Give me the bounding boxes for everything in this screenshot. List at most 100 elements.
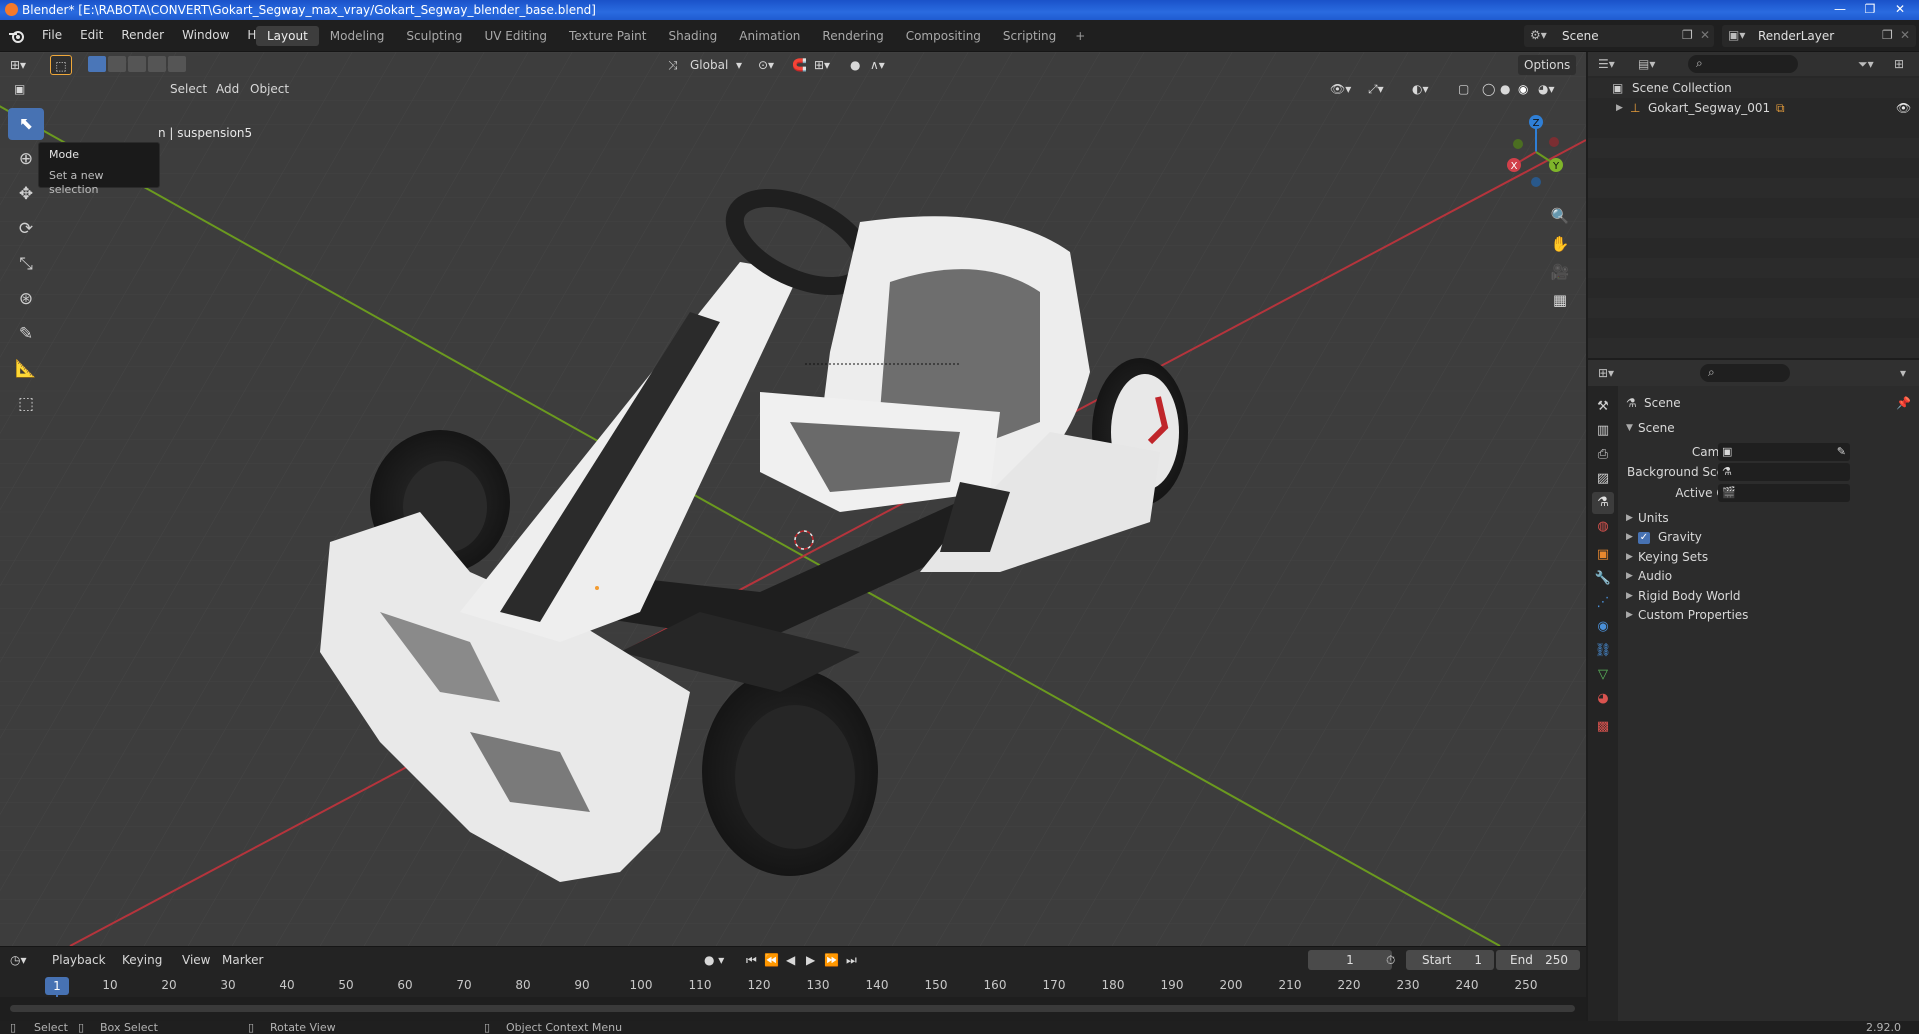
timeline-editor[interactable]: ◷▾ Playback Keying View Marker ● ▾ ⏮ ⏪ ◀… [0, 946, 1586, 1025]
navigation-gizmo[interactable]: Z X Y [1496, 112, 1576, 192]
tab-rendering[interactable]: Rendering [811, 26, 894, 46]
editor-type-icon[interactable]: ⊞▾ [10, 55, 26, 75]
expand-arrow-icon[interactable]: ▶ [1616, 98, 1623, 118]
camera-field[interactable]: ▣ ✎ [1718, 443, 1850, 461]
play-icon[interactable]: ▶ [806, 950, 815, 970]
close-button[interactable]: ✕ [1885, 0, 1915, 18]
timeline-scrollbar[interactable] [10, 1005, 1575, 1012]
rotate-tool-icon[interactable]: ⟳ [8, 213, 44, 245]
timeline-ruler[interactable]: 1 10 20 30 40 50 60 70 80 90 100 110 120… [0, 975, 1586, 1025]
scale-tool-icon[interactable]: ⤡ [8, 248, 44, 280]
expand-arrow-icon[interactable]: ▶ [1626, 565, 1633, 587]
select-intersect-icon[interactable] [168, 56, 186, 72]
menu-file[interactable]: File [33, 28, 71, 42]
minimize-button[interactable]: — [1825, 0, 1855, 18]
active-clip-field[interactable]: 🎬 [1718, 484, 1850, 502]
world-tab-icon[interactable]: ◍ [1592, 516, 1614, 538]
outliner-search-input[interactable]: ⌕ [1688, 55, 1798, 73]
perspective-grid-icon[interactable]: ▦ [1548, 286, 1572, 314]
preview-range-icon[interactable]: ⏱ [1386, 950, 1395, 970]
new-collection-icon[interactable]: ⊞ [1894, 57, 1904, 71]
annotate-tool-icon[interactable]: ✎ [8, 318, 44, 350]
blender-logo-icon[interactable] [8, 28, 25, 45]
transform-tool-icon[interactable]: ⊛ [8, 283, 44, 315]
jump-start-icon[interactable]: ⏮ [746, 950, 757, 970]
remove-scene-icon[interactable]: ✕ [1700, 28, 1710, 42]
tool-tab-icon[interactable]: ⚒ [1592, 396, 1614, 418]
menu-edit[interactable]: Edit [71, 28, 112, 42]
select-subtract-icon[interactable] [128, 56, 146, 72]
filter-icon[interactable]: ⏷▾ [1858, 57, 1874, 72]
data-tab-icon[interactable]: ▽ [1592, 664, 1614, 686]
menu-add[interactable]: Add [216, 79, 239, 99]
eyedropper-icon[interactable]: ✎ [1837, 441, 1846, 463]
properties-panel[interactable]: ⊞▾ ⌕ ▾ ⚒ ▥ ⎙ ▨ ⚗ ◍ ▣ 🔧 ⋰ ◉ ⛓ ▽ ◕ ▩ ⚗ Sce… [1588, 360, 1919, 1021]
tab-scripting[interactable]: Scripting [992, 26, 1067, 46]
play-reverse-icon[interactable]: ◀ [786, 950, 795, 970]
renderlayer-selector[interactable]: ▣▾ RenderLayer ❐ ✕ [1722, 25, 1916, 47]
xray-icon[interactable]: ▢ [1458, 79, 1469, 99]
remove-renderlayer-icon[interactable]: ✕ [1900, 28, 1910, 42]
select-new-icon[interactable] [88, 56, 106, 72]
menu-select[interactable]: Select [170, 79, 207, 99]
collapse-arrow-icon[interactable]: ▼ [1626, 417, 1633, 439]
timeline-editor-type-icon[interactable]: ◷▾ [10, 950, 27, 970]
prev-keyframe-icon[interactable]: ⏪ [764, 950, 779, 970]
tab-uv-editing[interactable]: UV Editing [473, 26, 558, 46]
pan-hand-icon[interactable]: ✋ [1548, 230, 1572, 258]
custom-properties-panel-header[interactable]: ▶ Custom Properties [1620, 604, 1919, 626]
audio-panel-header[interactable]: ▶ Audio [1620, 565, 1919, 587]
select-box-tool-icon[interactable]: ⬉ [8, 108, 44, 140]
expand-arrow-icon[interactable]: ▶ [1626, 604, 1633, 626]
orientation-chevron-icon[interactable]: ▾ [736, 55, 742, 75]
properties-search-input[interactable]: ⌕ [1700, 364, 1790, 382]
tab-shading[interactable]: Shading [657, 26, 728, 46]
outliner-editor-type-icon[interactable]: ☰▾ [1598, 57, 1615, 71]
outliner-panel[interactable]: ☰▾ ▤▾ ⌕ ⏷▾ ⊞ ▣ Scene Collection ▶ ⊥ Goka… [1588, 52, 1919, 358]
transform-orientation-dropdown[interactable]: Global [690, 55, 728, 75]
add-workspace-icon[interactable]: + [1067, 26, 1093, 46]
record-icon[interactable]: ● ▾ [704, 950, 724, 970]
shading-material-icon[interactable]: ◉ [1518, 79, 1528, 99]
end-frame-field[interactable]: End 250 [1496, 950, 1580, 970]
background-scene-field[interactable]: ⚗ [1718, 463, 1850, 481]
selection-mode-buttons[interactable] [88, 56, 186, 72]
tab-sculpting[interactable]: Sculpting [395, 26, 473, 46]
expand-arrow-icon[interactable]: ▶ [1626, 526, 1633, 548]
output-tab-icon[interactable]: ⎙ [1592, 444, 1614, 466]
measure-tool-icon[interactable]: 📐 [8, 353, 44, 385]
render-tab-icon[interactable]: ▥ [1592, 420, 1614, 442]
new-scene-icon[interactable]: ❐ [1682, 28, 1693, 42]
menu-marker[interactable]: Marker [222, 950, 263, 970]
constraints-tab-icon[interactable]: ⛓ [1592, 640, 1614, 662]
scene-tab-icon[interactable]: ⚗ [1592, 492, 1614, 514]
material-tab-icon[interactable]: ◕ [1592, 688, 1614, 710]
visibility-icon[interactable]: 👁▾ [1330, 79, 1351, 99]
pin-icon[interactable]: 📌 [1896, 392, 1911, 414]
panel-options-chevron-icon[interactable]: ▾ [1900, 366, 1906, 380]
menu-object[interactable]: Object [250, 79, 289, 99]
cursor-tool-icon[interactable]: ⊕ [8, 143, 44, 175]
options-dropdown[interactable]: Options [1518, 55, 1577, 75]
scene-collection-row[interactable]: ▣ Scene Collection [1588, 78, 1919, 98]
gizmo-toggle-icon[interactable]: ⤢▾ [1368, 79, 1384, 99]
object-mode-icon[interactable]: ▣ [14, 79, 25, 99]
maximize-button[interactable]: ❐ [1855, 0, 1885, 18]
shading-rendered-icon[interactable]: ◕▾ [1538, 79, 1555, 99]
camera-view-icon[interactable]: 🎥 [1548, 258, 1572, 286]
gravity-checkbox-icon[interactable]: ✓ [1638, 526, 1654, 548]
scene-panel-header[interactable]: ▼ Scene [1620, 417, 1919, 439]
shading-wireframe-icon[interactable]: ◯ [1482, 79, 1495, 99]
falloff-icon[interactable]: ∧▾ [870, 55, 885, 75]
texture-tab-icon[interactable]: ▩ [1592, 716, 1614, 738]
modifier-tab-icon[interactable]: 🔧 [1592, 568, 1614, 590]
zoom-icon[interactable]: 🔍 [1548, 202, 1572, 230]
playhead-frame[interactable]: 1 [45, 977, 69, 995]
select-extend-icon[interactable] [108, 56, 126, 72]
select-invert-icon[interactable] [148, 56, 166, 72]
view-layer-tab-icon[interactable]: ▨ [1592, 468, 1614, 490]
menu-render[interactable]: Render [112, 28, 173, 42]
pivot-point-icon[interactable]: ⊙▾ [758, 55, 774, 75]
shading-solid-icon[interactable]: ● [1500, 79, 1510, 99]
3d-viewport[interactable]: ⊞▾ ⬚ ⤨ Global ▾ ⊙▾ 🧲 ⊞▾ ● ∧▾ Options ▣ S… [0, 52, 1586, 946]
